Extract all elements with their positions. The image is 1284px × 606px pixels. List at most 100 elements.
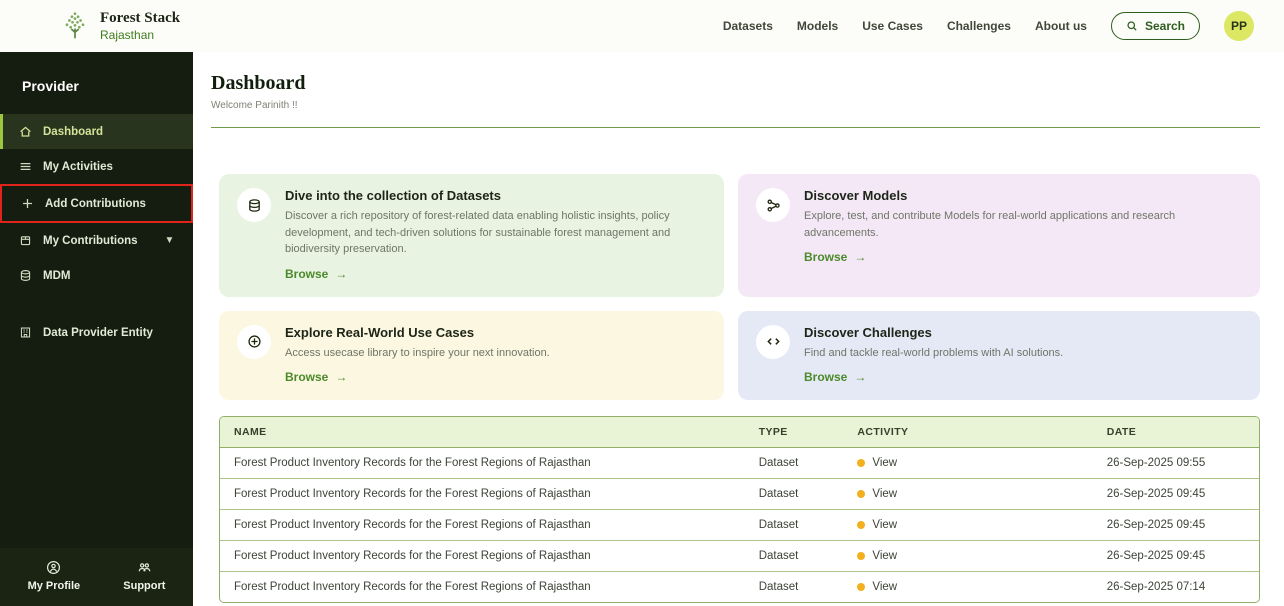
browse-models-link[interactable]: Browse → xyxy=(804,250,866,264)
arrow-right-icon: → xyxy=(335,370,347,384)
sidebar-item-my-activities[interactable]: My Activities xyxy=(0,149,193,184)
browse-challenges-link[interactable]: Browse → xyxy=(804,370,866,384)
table-row: Forest Product Inventory Records for the… xyxy=(220,541,1259,572)
table-row: Forest Product Inventory Records for the… xyxy=(220,510,1259,541)
activity-dot xyxy=(857,521,865,529)
page-title: Dashboard xyxy=(211,72,1260,95)
nav-link-about-us[interactable]: About us xyxy=(1035,19,1087,33)
my-profile-button[interactable]: My Profile xyxy=(28,560,81,592)
card-description: Find and tackle real-world problems with… xyxy=(804,345,1063,362)
browse-label: Browse xyxy=(285,370,328,384)
cell-date: 26-Sep-2025 09:45 xyxy=(1093,479,1259,510)
table-row: Forest Product Inventory Records for the… xyxy=(220,572,1259,603)
activity-dot xyxy=(857,583,865,591)
card-models: Discover Models Explore, test, and contr… xyxy=(738,174,1260,297)
card-description: Discover a rich repository of forest-rel… xyxy=(285,208,705,258)
browse-datasets-link[interactable]: Browse → xyxy=(285,267,347,281)
sidebar-item-dashboard[interactable]: Dashboard xyxy=(0,114,193,149)
cell-name: Forest Product Inventory Records for the… xyxy=(220,448,745,479)
sidebar-item-add-contributions[interactable]: Add Contributions xyxy=(0,184,193,223)
cell-type: Dataset xyxy=(745,510,844,541)
card-challenges: Discover Challenges Find and tackle real… xyxy=(738,311,1260,401)
column-header-activity: ACTIVITY xyxy=(843,417,1092,448)
welcome-text: Welcome Parinith !! xyxy=(211,100,1260,111)
tree-logo-icon xyxy=(60,10,90,42)
top-header: Forest Stack Rajasthan Datasets Models U… xyxy=(0,0,1284,52)
cell-activity-view[interactable]: View xyxy=(843,541,1092,572)
browse-label: Browse xyxy=(285,267,328,281)
table-row: Forest Product Inventory Records for the… xyxy=(220,448,1259,479)
plus-circle-icon xyxy=(237,325,271,359)
cell-activity-view[interactable]: View xyxy=(843,448,1092,479)
sidebar-item-label: Dashboard xyxy=(43,126,103,138)
column-header-name: NAME xyxy=(220,417,745,448)
nav-link-models[interactable]: Models xyxy=(797,19,838,33)
nav-link-datasets[interactable]: Datasets xyxy=(723,19,773,33)
sidebar-item-label: MDM xyxy=(43,270,70,282)
card-title: Discover Models xyxy=(804,188,1224,203)
sidebar-item-mdm[interactable]: MDM xyxy=(0,258,193,293)
cell-date: 26-Sep-2025 09:45 xyxy=(1093,541,1259,572)
cell-activity-view[interactable]: View xyxy=(843,572,1092,603)
browse-use-cases-link[interactable]: Browse → xyxy=(285,370,347,384)
table-row: Forest Product Inventory Records for the… xyxy=(220,479,1259,510)
activity-dot xyxy=(857,552,865,560)
sidebar-item-my-contributions[interactable]: My Contributions ▼ xyxy=(0,223,193,258)
cell-type: Dataset xyxy=(745,572,844,603)
box-icon xyxy=(18,234,32,247)
chevron-down-icon: ▼ xyxy=(165,235,175,246)
brand[interactable]: Forest Stack Rajasthan xyxy=(60,9,180,43)
main-content: Dashboard Welcome Parinith !! Dive into … xyxy=(193,52,1284,606)
support-icon xyxy=(137,560,152,575)
browse-label: Browse xyxy=(804,250,847,264)
cell-type: Dataset xyxy=(745,479,844,510)
card-datasets: Dive into the collection of Datasets Dis… xyxy=(219,174,724,297)
database-icon xyxy=(18,269,32,282)
cards-grid: Dive into the collection of Datasets Dis… xyxy=(219,174,1260,400)
card-title: Explore Real-World Use Cases xyxy=(285,325,550,340)
sidebar-item-data-provider-entity[interactable]: Data Provider Entity xyxy=(0,315,193,350)
nav-link-challenges[interactable]: Challenges xyxy=(947,19,1011,33)
support-label: Support xyxy=(123,580,165,592)
sidebar-item-label: My Contributions xyxy=(43,235,138,247)
card-description: Access usecase library to inspire your n… xyxy=(285,345,550,362)
sidebar-item-label: Data Provider Entity xyxy=(43,327,153,339)
card-use-cases: Explore Real-World Use Cases Access usec… xyxy=(219,311,724,401)
support-button[interactable]: Support xyxy=(123,560,165,592)
branch-icon xyxy=(756,188,790,222)
view-label: View xyxy=(872,550,897,562)
search-button[interactable]: Search xyxy=(1111,12,1200,40)
cell-type: Dataset xyxy=(745,541,844,572)
activity-dot xyxy=(857,490,865,498)
activity-dot xyxy=(857,459,865,467)
database-icon xyxy=(237,188,271,222)
menu-lines-icon xyxy=(18,160,32,173)
table-header-row: NAME TYPE ACTIVITY DATE xyxy=(220,417,1259,448)
arrow-right-icon: → xyxy=(335,267,347,281)
avatar[interactable]: PP xyxy=(1224,11,1254,41)
cell-name: Forest Product Inventory Records for the… xyxy=(220,479,745,510)
view-label: View xyxy=(872,581,897,593)
nav-link-use-cases[interactable]: Use Cases xyxy=(862,19,923,33)
sidebar-item-label: Add Contributions xyxy=(45,198,146,210)
activity-table: NAME TYPE ACTIVITY DATE Forest Product I… xyxy=(219,416,1260,603)
sidebar-footer: My Profile Support xyxy=(0,548,193,606)
cell-activity-view[interactable]: View xyxy=(843,510,1092,541)
card-title: Discover Challenges xyxy=(804,325,1063,340)
sidebar-section-title: Provider xyxy=(0,52,193,114)
cell-date: 26-Sep-2025 09:45 xyxy=(1093,510,1259,541)
sidebar: Provider Dashboard My Activities xyxy=(0,52,193,606)
my-profile-label: My Profile xyxy=(28,580,81,592)
arrow-right-icon: → xyxy=(854,370,866,384)
view-label: View xyxy=(872,488,897,500)
divider xyxy=(211,127,1260,128)
view-label: View xyxy=(872,519,897,531)
cell-name: Forest Product Inventory Records for the… xyxy=(220,510,745,541)
cell-type: Dataset xyxy=(745,448,844,479)
card-title: Dive into the collection of Datasets xyxy=(285,188,705,203)
cell-date: 26-Sep-2025 09:55 xyxy=(1093,448,1259,479)
brand-subtitle: Rajasthan xyxy=(100,28,180,43)
cell-activity-view[interactable]: View xyxy=(843,479,1092,510)
arrow-right-icon: → xyxy=(854,250,866,264)
person-icon xyxy=(46,560,61,575)
